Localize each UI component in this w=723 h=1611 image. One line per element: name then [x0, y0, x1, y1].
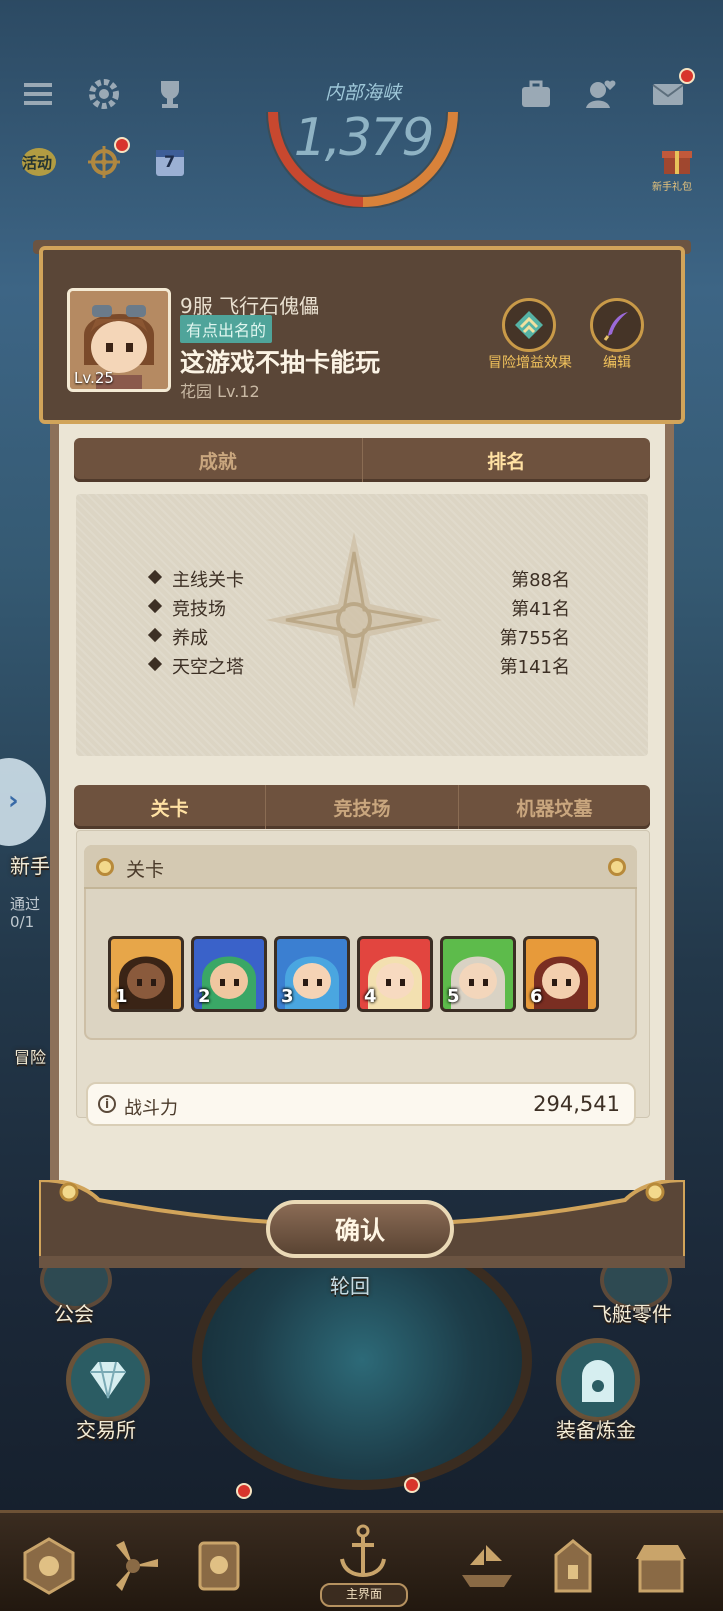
gear-icon — [608, 858, 626, 876]
propeller-icon — [116, 1541, 158, 1591]
adventure-label: 冒险 — [14, 1048, 47, 1067]
profile-header: Lv.25 — [39, 246, 685, 424]
nav-guild[interactable] — [538, 1531, 608, 1601]
hero-slot[interactable]: 3 — [274, 936, 350, 1012]
region-name: 内部海峡 — [324, 82, 401, 104]
airship-parts-label: 飞艇零件 — [592, 1302, 672, 1326]
buff-label: 冒险增益效果 — [488, 355, 572, 371]
notification-dot — [236, 1483, 252, 1499]
diamond-bullet-icon — [147, 569, 163, 585]
hero-slot[interactable]: 1 — [108, 936, 184, 1012]
edit-button[interactable] — [590, 298, 644, 352]
settings-icon[interactable] — [82, 72, 126, 116]
hero-slot-number: 4 — [364, 986, 377, 1007]
banner-icon — [198, 1541, 240, 1591]
avatar-level: Lv.25 — [74, 369, 114, 387]
trophy-icon[interactable] — [148, 72, 192, 116]
diamond-bullet-icon — [147, 656, 163, 672]
diamond-bullet-icon — [147, 598, 163, 614]
ranking-row: 养成 第755名 — [147, 624, 570, 650]
profile-tabs: 成就 排名 — [74, 438, 650, 482]
ranking-row: 主线关卡 第88名 — [147, 566, 570, 592]
ship-icon — [462, 1543, 512, 1587]
tab-arena[interactable]: 竞技场 — [266, 785, 459, 829]
diamond-bullet-icon — [147, 627, 163, 643]
edit-label: 编辑 — [603, 355, 631, 371]
combat-power-bar: i 战斗力 294,541 — [86, 1082, 636, 1126]
gear-icon — [96, 858, 114, 876]
diamond-icon — [90, 1361, 126, 1399]
garden-level: 花园 Lv.12 — [180, 382, 260, 401]
hero-slot[interactable]: 6 — [523, 936, 599, 1012]
friends-icon[interactable] — [580, 72, 624, 116]
pass-progress: 0/1 — [10, 913, 35, 931]
calendar-day: 7 — [164, 152, 176, 171]
nav-quest[interactable] — [184, 1531, 254, 1601]
team-panel-header — [84, 845, 637, 889]
region-gauge: 内部海峡 1,379 — [265, 78, 461, 208]
nav-character[interactable] — [14, 1531, 84, 1601]
activity-icon[interactable]: 活动 — [16, 140, 62, 184]
combat-power-label: 战斗力 — [124, 1098, 178, 1119]
nav-propeller[interactable] — [98, 1531, 168, 1601]
hero-slot-number: 2 — [198, 986, 211, 1007]
gift-icon[interactable] — [655, 138, 699, 182]
hero-slot-number: 1 — [115, 986, 128, 1007]
guild-label: 公会 — [54, 1302, 94, 1326]
buff-icon — [515, 311, 543, 339]
combat-power-value: 294,541 — [533, 1092, 620, 1116]
pass-label: 通过 — [10, 895, 41, 913]
record-tabs: 关卡 竞技场 机器坟墓 — [74, 785, 650, 829]
exchange-label: 交易所 — [76, 1418, 136, 1442]
calendar-icon[interactable]: 7 — [148, 140, 192, 184]
hero-slot[interactable]: 2 — [191, 936, 267, 1012]
equip-refine-label: 装备炼金 — [556, 1418, 636, 1442]
confirm-button[interactable]: 确认 — [266, 1200, 454, 1258]
notification-dot — [679, 68, 695, 84]
reincarnation-label: 轮回 — [330, 1274, 370, 1298]
anchor-icon — [340, 1524, 386, 1578]
equip-refine-button[interactable] — [556, 1338, 640, 1422]
hero-slot-number: 3 — [281, 986, 294, 1007]
info-icon[interactable]: i — [98, 1095, 116, 1113]
nav-airship[interactable] — [452, 1531, 522, 1601]
player-name: 这游戏不抽卡能玩 — [180, 348, 381, 377]
hero-slot[interactable]: 4 — [357, 936, 433, 1012]
hero-slot-number: 5 — [447, 986, 460, 1007]
tower-icon — [554, 1539, 592, 1593]
left-expand-button[interactable]: › — [0, 758, 46, 846]
briefcase-icon[interactable] — [514, 72, 558, 116]
team-panel-title: 关卡 — [126, 859, 165, 881]
gift-label: 新手礼包 — [652, 182, 692, 193]
shop-icon — [636, 1545, 686, 1593]
main-menu-label: 主界面 — [320, 1583, 408, 1607]
tab-stages[interactable]: 关卡 — [74, 785, 267, 829]
menu-icon[interactable] — [16, 72, 60, 116]
notification-dot — [114, 137, 130, 153]
exchange-button[interactable] — [66, 1338, 150, 1422]
buff-button[interactable] — [502, 298, 556, 352]
ranking-row: 竞技场 第41名 — [147, 595, 570, 621]
newbie-label: 新手 — [10, 854, 50, 878]
tab-achievements[interactable]: 成就 — [74, 438, 363, 482]
compass-wheel — [192, 1230, 532, 1490]
furnace-icon — [582, 1360, 614, 1402]
tab-machine-tomb[interactable]: 机器坟墓 — [459, 785, 650, 829]
nav-shop[interactable] — [626, 1531, 696, 1601]
quill-icon — [603, 312, 628, 341]
title-badge: 有点出名的 — [180, 315, 273, 343]
region-score: 1,379 — [293, 108, 435, 168]
avatar[interactable]: Lv.25 — [67, 288, 171, 392]
notification-dot — [404, 1477, 420, 1493]
activity-label: 活动 — [22, 154, 53, 172]
ranking-row: 天空之塔 第141名 — [147, 653, 570, 679]
hero-slot-number: 6 — [530, 986, 543, 1007]
tab-rankings[interactable]: 排名 — [363, 438, 651, 482]
emblem-icon — [23, 1537, 75, 1595]
hero-slot[interactable]: 5 — [440, 936, 516, 1012]
